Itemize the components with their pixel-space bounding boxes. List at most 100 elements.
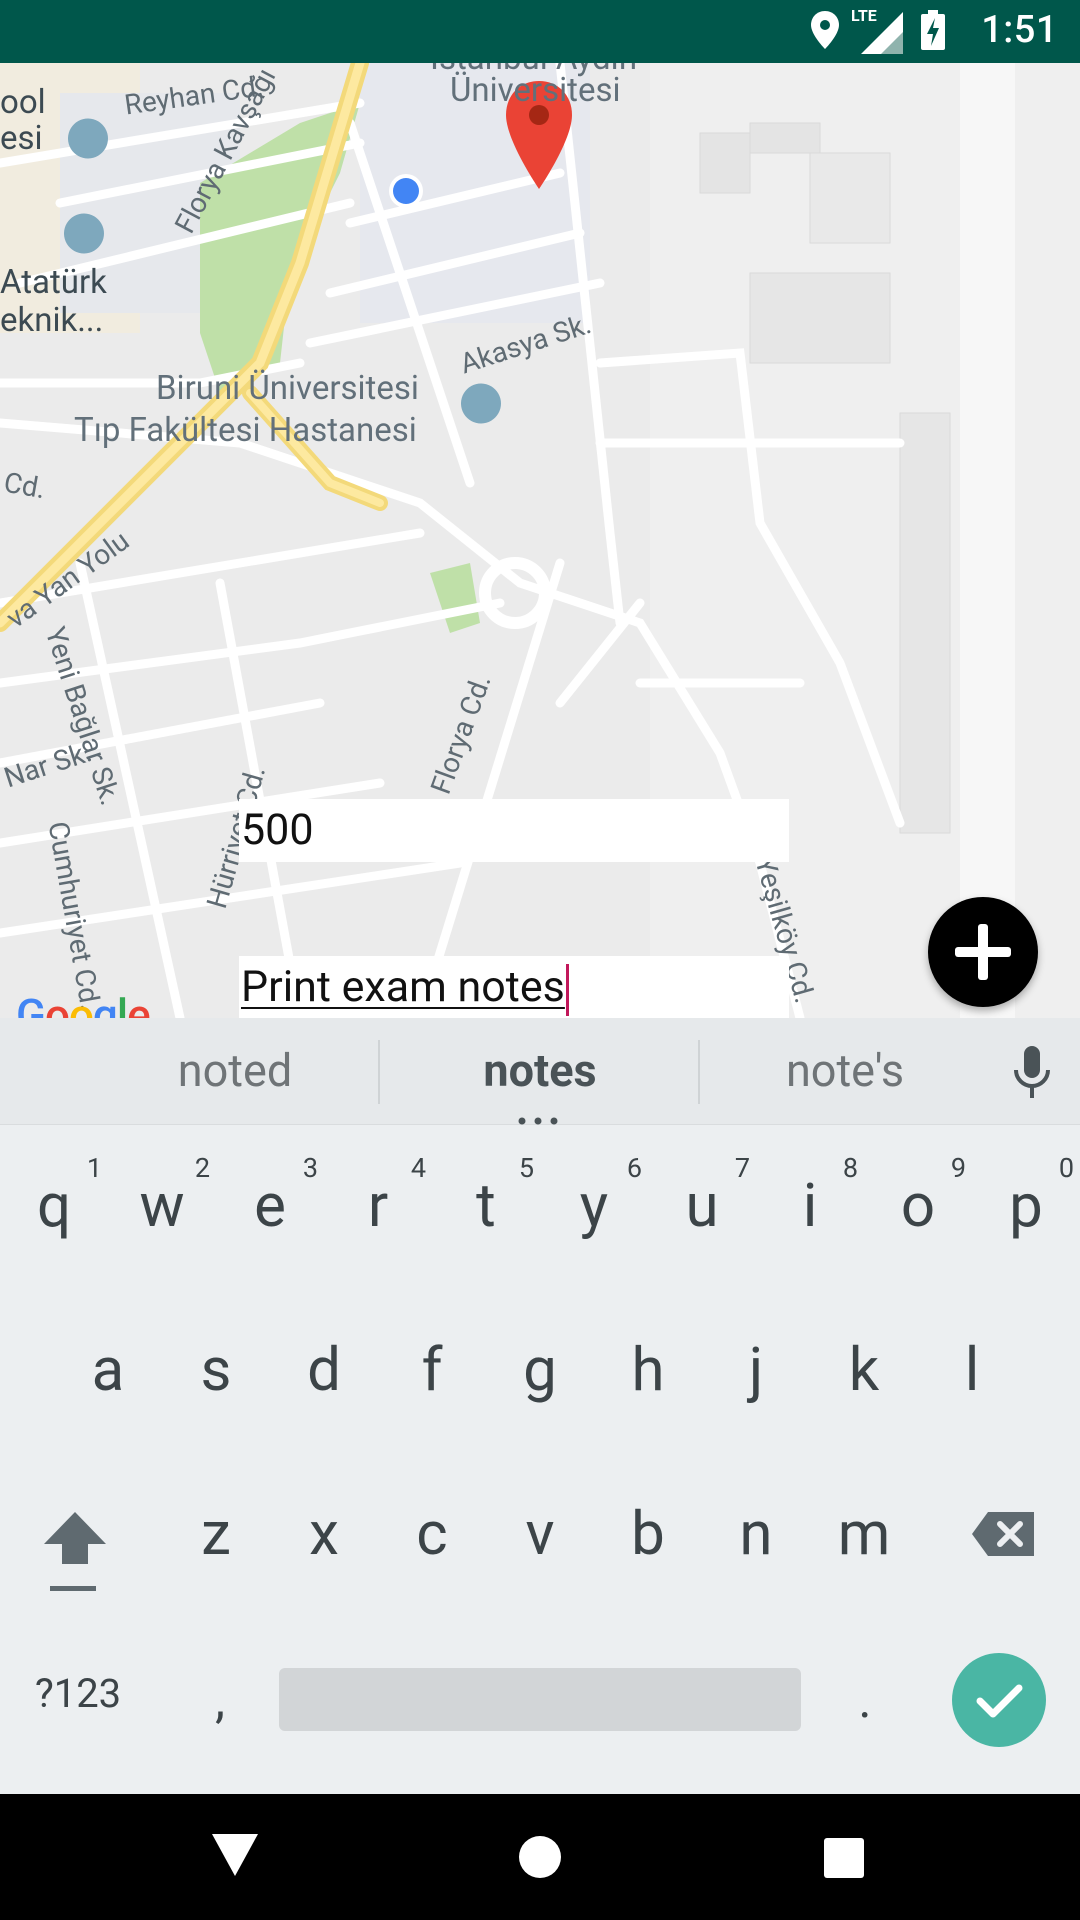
key-label: e (254, 1170, 286, 1241)
backspace-key[interactable] (972, 1510, 1036, 1558)
key-z[interactable]: z (186, 1498, 246, 1569)
suggestion-strip: noted notes note's (0, 1018, 1080, 1125)
recents-button[interactable] (824, 1838, 864, 1882)
key-label: a (91, 1334, 125, 1405)
suggestion-divider (698, 1040, 700, 1104)
key-label: l (964, 1334, 980, 1405)
key-k[interactable]: k (834, 1334, 894, 1405)
shift-key[interactable] (40, 1510, 110, 1594)
suggestion-divider (378, 1040, 380, 1104)
key-g[interactable]: g (510, 1334, 570, 1405)
key-i[interactable]: i8 (780, 1152, 858, 1241)
key-t[interactable]: t5 (456, 1152, 534, 1241)
back-triangle-icon (212, 1834, 258, 1876)
recents-square-icon (824, 1838, 864, 1878)
key-label: w (139, 1170, 185, 1241)
map-label-tip-fakultesi: Tıp Fakültesi Hastanesi (74, 411, 417, 450)
key-label: q (36, 1170, 72, 1241)
shift-icon (44, 1512, 106, 1591)
key-y[interactable]: y6 (564, 1152, 642, 1241)
key-label: m (837, 1498, 891, 1569)
key-hint: 8 (842, 1152, 858, 1184)
key-label: u (685, 1170, 719, 1241)
key-label: g (523, 1334, 557, 1405)
key-q[interactable]: q1 (24, 1152, 102, 1241)
location-icon (811, 11, 839, 53)
key-e[interactable]: e3 (240, 1152, 318, 1241)
key-label: f (421, 1334, 443, 1405)
key-o[interactable]: o9 (888, 1152, 966, 1241)
key-h[interactable]: h (618, 1334, 678, 1405)
map-label-ool: ool (0, 83, 46, 122)
key-a[interactable]: a (78, 1334, 138, 1405)
status-icons: LTE (811, 6, 945, 54)
back-button[interactable] (212, 1834, 258, 1880)
space-key[interactable] (279, 1668, 801, 1731)
key-w[interactable]: w2 (132, 1152, 210, 1241)
key-label: b (631, 1498, 665, 1569)
key-label: o (900, 1170, 936, 1241)
key-label: v (525, 1498, 555, 1569)
backspace-icon (972, 1512, 1034, 1556)
key-d[interactable]: d (294, 1334, 354, 1405)
period-key[interactable]: . (845, 1672, 885, 1730)
key-hint: 4 (410, 1152, 426, 1184)
google-logo: Google (16, 989, 151, 1018)
key-label: x (309, 1498, 339, 1569)
key-hint: 0 (1058, 1152, 1074, 1184)
key-label: z (201, 1498, 231, 1569)
key-label: k (848, 1334, 880, 1405)
key-l[interactable]: l (942, 1334, 1002, 1405)
lte-signal-icon: LTE (851, 6, 903, 54)
map-view[interactable]: Reyhan Cd. İstanbul Aydın Üniversitesi o… (0, 63, 1080, 1018)
key-r[interactable]: r4 (348, 1152, 426, 1241)
map-label-universitesi: Üniversitesi (450, 71, 621, 110)
key-n[interactable]: n (726, 1498, 786, 1569)
key-hint: 3 (302, 1152, 318, 1184)
suggestion-3[interactable]: note's (720, 1018, 970, 1124)
key-j[interactable]: j (726, 1334, 786, 1405)
map-roads (0, 63, 1080, 1018)
note-input[interactable]: Print exam notes (239, 956, 789, 1018)
key-label: h (631, 1334, 665, 1405)
key-label: d (307, 1334, 341, 1405)
key-u[interactable]: u7 (672, 1152, 750, 1241)
key-p[interactable]: p0 (996, 1152, 1074, 1241)
map-label-cd: Cd. (1, 465, 48, 506)
suggestion-1[interactable]: noted (110, 1018, 360, 1124)
key-hint: 9 (950, 1152, 966, 1184)
symbols-key[interactable]: ?123 (28, 1670, 128, 1717)
status-bar: LTE 1:51 (0, 0, 1080, 63)
enter-key[interactable] (952, 1653, 1046, 1747)
key-v[interactable]: v (510, 1498, 570, 1569)
network-type: LTE (851, 6, 877, 25)
key-label: i (802, 1170, 818, 1241)
key-s[interactable]: s (186, 1334, 246, 1405)
key-c[interactable]: c (402, 1498, 462, 1569)
key-x[interactable]: x (294, 1498, 354, 1569)
navigation-bar (0, 1794, 1080, 1920)
key-label: j (748, 1334, 764, 1405)
map-label-esi: esi (0, 119, 43, 158)
key-f[interactable]: f (402, 1334, 462, 1405)
text-cursor (565, 963, 569, 1016)
more-suggestions-icon[interactable] (518, 1110, 558, 1125)
key-hint: 7 (734, 1152, 750, 1184)
key-label: n (739, 1498, 773, 1569)
key-m[interactable]: m (834, 1498, 894, 1569)
map-label-teknik: eknik... (0, 301, 104, 340)
key-label: c (416, 1498, 448, 1569)
comma-key[interactable]: , (200, 1672, 240, 1730)
key-label: p (1009, 1170, 1043, 1241)
radius-input[interactable]: 500 (239, 799, 789, 862)
key-b[interactable]: b (618, 1498, 678, 1569)
status-time: 1:51 (981, 8, 1058, 52)
key-hint: 5 (518, 1152, 534, 1184)
microphone-icon[interactable] (1012, 1046, 1052, 1104)
home-button[interactable] (519, 1836, 561, 1882)
key-label: t (476, 1170, 496, 1241)
suggestion-2[interactable]: notes (410, 1018, 670, 1124)
note-input-text: Print exam notes (241, 962, 565, 1012)
add-fab-button[interactable] (928, 897, 1038, 1007)
key-label: r (367, 1170, 389, 1241)
